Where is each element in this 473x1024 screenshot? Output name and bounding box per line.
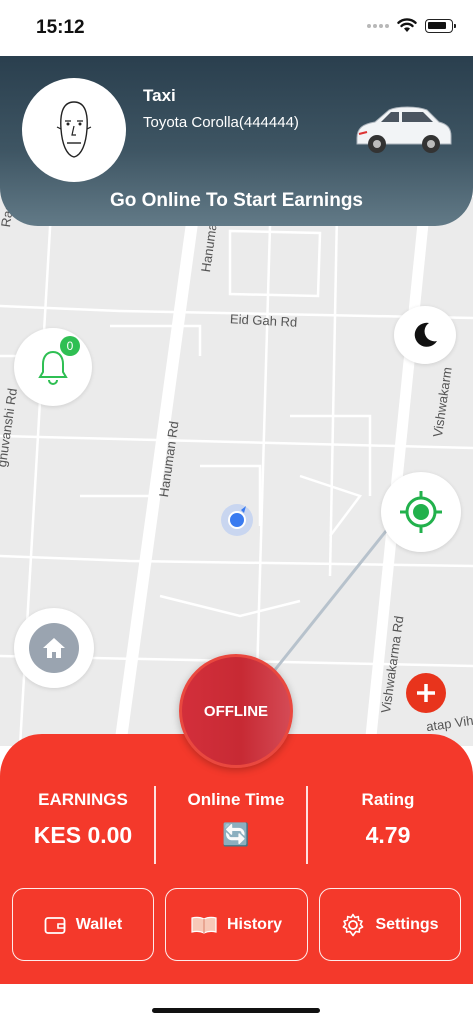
status-icons [367, 18, 456, 33]
current-location-marker [221, 504, 253, 536]
plus-icon [417, 684, 435, 702]
notification-count-badge: 0 [60, 336, 80, 356]
earnings-panel: EARNINGS KES 0.00 Online Time 🔄 Rating 4… [0, 734, 473, 984]
wallet-label: Wallet [75, 915, 123, 933]
home-indicator[interactable] [152, 1008, 320, 1013]
driver-type: Taxi [143, 86, 176, 105]
online-time-stat: Online Time 🔄 [160, 790, 312, 848]
home-indicator-area [0, 984, 473, 1024]
target-location-icon [400, 491, 442, 533]
stat-divider [154, 786, 156, 864]
battery-icon [425, 18, 456, 33]
home-button[interactable] [14, 608, 94, 688]
wallet-icon [44, 916, 66, 934]
rating-label: Rating [361, 790, 415, 809]
earnings-label: EARNINGS [38, 790, 128, 809]
gear-icon [343, 913, 364, 936]
wallet-button[interactable]: Wallet [12, 888, 154, 961]
online-time-label: Online Time [187, 790, 285, 809]
go-online-toggle-button[interactable]: OFFLINE [179, 654, 293, 768]
dark-mode-button[interactable] [394, 306, 456, 364]
offline-label: OFFLINE [203, 702, 269, 720]
settings-button[interactable]: Settings [319, 888, 461, 961]
status-time: 15:12 [36, 17, 85, 38]
book-icon [191, 916, 217, 934]
cellular-signal-icon [367, 23, 389, 28]
rating-stat: Rating 4.79 [312, 790, 464, 849]
status-bar: 15:12 [0, 0, 473, 56]
rating-value: 4.79 [365, 822, 411, 848]
go-online-message: Go Online To Start Earnings [109, 190, 363, 211]
history-label: History [226, 915, 283, 933]
settings-label: Settings [375, 915, 439, 933]
home-icon [43, 638, 65, 658]
moon-icon [414, 322, 437, 347]
refresh-icon[interactable]: 🔄 [160, 822, 312, 848]
driver-avatar[interactable] [22, 78, 126, 182]
stat-divider [306, 786, 308, 864]
face-sketch-icon [56, 101, 92, 158]
home-icon-circle [29, 623, 79, 673]
history-button[interactable]: History [165, 888, 308, 961]
earnings-stat: EARNINGS KES 0.00 [8, 790, 158, 849]
wifi-icon [397, 18, 417, 32]
car-icon [356, 106, 452, 153]
add-button[interactable] [406, 673, 446, 713]
notifications-button[interactable]: 0 [14, 328, 92, 406]
vehicle-info: Toyota Corolla(444444) [143, 114, 299, 131]
earnings-value: KES 0.00 [33, 822, 133, 848]
driver-header: Taxi Toyota Corolla(444444) Go Online To… [0, 56, 473, 226]
recenter-location-button[interactable] [381, 472, 461, 552]
